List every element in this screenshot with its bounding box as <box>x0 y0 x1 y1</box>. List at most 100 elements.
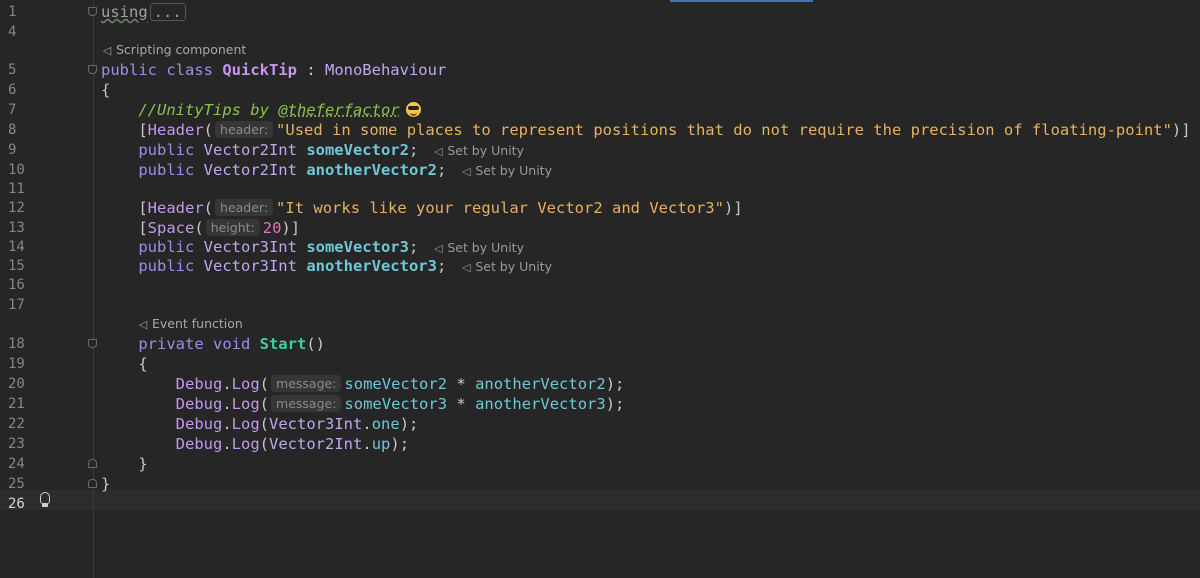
code-token: ); <box>605 375 625 393</box>
code-token: ( <box>259 395 270 413</box>
code-line[interactable]: 24 } <box>0 454 1200 474</box>
code-line[interactable]: 11 <box>0 179 1200 199</box>
code-text[interactable]: [Space(height: 20)] <box>101 218 300 238</box>
code-text[interactable]: [Header(header: "It works like your regul… <box>101 198 743 218</box>
code-token: Debug <box>101 415 223 433</box>
line-number: 11 <box>8 181 25 197</box>
code-text[interactable]: } <box>101 454 147 474</box>
code-token: Debug <box>101 375 223 393</box>
code-line[interactable]: 26 <box>0 494 1200 514</box>
line-number: 17 <box>8 297 25 313</box>
code-text[interactable]: public Vector2Int someVector2; ◁ Set by Un… <box>101 140 524 162</box>
code-text[interactable]: Debug.Log(message: someVector2 * anotherV… <box>101 374 624 394</box>
code-line[interactable]: 18 private void Start() <box>0 334 1200 354</box>
code-token: ( <box>203 199 214 217</box>
unity-icon: ◁ <box>138 318 148 331</box>
code-token: Log <box>231 395 260 413</box>
code-line[interactable]: 5 public class QuickTip : MonoBehaviour <box>0 60 1200 80</box>
code-line[interactable]: 10 public Vector2Int anotherVector2; ◁ Set… <box>0 160 1200 180</box>
fold-toggle-icon[interactable] <box>88 7 97 16</box>
code-token: up <box>371 435 391 453</box>
code-token: public class <box>101 61 223 79</box>
code-line[interactable]: 12 [Header(header: "It works like your re… <box>0 198 1200 218</box>
code-line[interactable]: 22 Debug.Log(Vector3Int.one); <box>0 414 1200 434</box>
code-line[interactable]: 7 //UnityTips by @theferfactor <box>0 100 1200 120</box>
code-token: anotherVector3 <box>306 257 437 275</box>
code-token: Space <box>147 219 195 237</box>
code-text[interactable]: { <box>101 354 148 374</box>
code-token: Log <box>231 415 260 433</box>
code-line[interactable]: 15 public Vector3Int anotherVector3; ◁ Set… <box>0 256 1200 276</box>
line-number: 25 <box>8 476 25 492</box>
unity-icon: ◁ <box>102 44 112 57</box>
code-text[interactable]: Debug.Log(Vector2Int.up); <box>101 434 409 454</box>
set-by-unity-hint[interactable]: ◁ Set by Unity <box>460 163 552 178</box>
code-line[interactable]: 4 <box>0 22 1200 42</box>
line-number: 26 <box>8 496 25 512</box>
code-line[interactable]: 20 Debug.Log(message: someVector2 * anoth… <box>0 374 1200 394</box>
code-text[interactable]: private void Start() <box>101 334 325 354</box>
code-token: : <box>296 61 325 79</box>
sunglasses-emoji-icon <box>405 102 421 117</box>
code-token: ; <box>408 141 419 159</box>
line-number: 9 <box>8 142 17 158</box>
comment-mention: @theferfactor <box>278 101 400 119</box>
code-line[interactable]: 25} <box>0 474 1200 494</box>
code-line[interactable]: 13 [Space(height: 20)] <box>0 218 1200 238</box>
code-text[interactable]: Debug.Log(message: someVector3 * anotherV… <box>101 394 624 414</box>
code-line[interactable]: 1 using... <box>0 2 1200 22</box>
code-token: Log <box>231 435 260 453</box>
code-text[interactable]: using... <box>101 2 186 22</box>
line-number: 18 <box>8 336 25 352</box>
parameter-hint: header: <box>215 121 274 138</box>
code-line[interactable]: 21 Debug.Log(message: someVector3 * anoth… <box>0 394 1200 414</box>
code-text[interactable]: //UnityTips by @theferfactor <box>101 100 421 120</box>
fold-toggle-icon[interactable] <box>88 339 97 348</box>
code-text[interactable]: { <box>101 80 110 100</box>
line-number: 22 <box>8 416 25 432</box>
code-token: . <box>222 375 232 393</box>
fold-toggle-icon[interactable] <box>88 65 97 74</box>
code-token: Vector2Int <box>203 161 307 179</box>
line-number: 15 <box>8 258 25 274</box>
code-lens-scripting-component[interactable]: ◁ Scripting component <box>101 41 247 59</box>
code-line[interactable]: 9 public Vector2Int someVector2; ◁ Set by … <box>0 140 1200 160</box>
parameter-hint: message: <box>271 375 342 392</box>
code-token: { <box>101 355 148 373</box>
code-token: )] <box>281 219 301 237</box>
code-token: Start <box>259 335 307 353</box>
set-by-unity-hint[interactable]: ◁ Set by Unity <box>432 143 524 158</box>
code-token: ( <box>203 121 214 139</box>
folded-region[interactable]: ... <box>149 3 186 21</box>
code-token: () <box>306 335 325 353</box>
code-token: * <box>447 375 476 393</box>
code-token: someVector3 <box>306 238 409 256</box>
code-token: ; <box>436 161 447 179</box>
code-line[interactable]: 14 public Vector3Int someVector3; ◁ Set by… <box>0 237 1200 257</box>
code-token: Vector2Int <box>269 435 363 453</box>
set-by-unity-hint[interactable]: ◁ Set by Unity <box>460 259 552 274</box>
code-editor[interactable]: 1 using... 4 5 public class QuickTip : MonoB… <box>0 0 1200 578</box>
parameter-hint: header: <box>215 199 274 216</box>
code-line[interactable]: 8 [Header(header: "Used in some places to… <box>0 120 1200 140</box>
set-by-unity-hint[interactable]: ◁ Set by Unity <box>432 240 524 255</box>
code-token: anotherVector3 <box>475 395 606 413</box>
code-text[interactable]: } <box>101 474 110 494</box>
code-text[interactable]: [Header(header: "Used in some places to r… <box>101 120 1191 140</box>
code-line[interactable]: 17 <box>0 295 1200 315</box>
code-text[interactable]: public class QuickTip : MonoBehaviour <box>101 60 446 80</box>
code-line[interactable]: 23 Debug.Log(Vector2Int.up); <box>0 434 1200 454</box>
code-token: public <box>101 141 204 159</box>
code-token: . <box>362 435 372 453</box>
code-line[interactable]: 16 <box>0 275 1200 295</box>
code-token: * <box>447 395 476 413</box>
code-text[interactable]: Debug.Log(Vector3Int.one); <box>101 414 419 434</box>
code-line[interactable]: 6{ <box>0 80 1200 100</box>
fold-toggle-icon[interactable] <box>88 479 97 488</box>
code-token: . <box>222 395 232 413</box>
code-lens-event-function[interactable]: ◁ Event function <box>137 315 243 333</box>
code-token: ( <box>259 375 270 393</box>
code-line[interactable]: 19 { <box>0 354 1200 374</box>
lightbulb-icon[interactable] <box>40 492 50 507</box>
fold-toggle-icon[interactable] <box>88 459 97 468</box>
